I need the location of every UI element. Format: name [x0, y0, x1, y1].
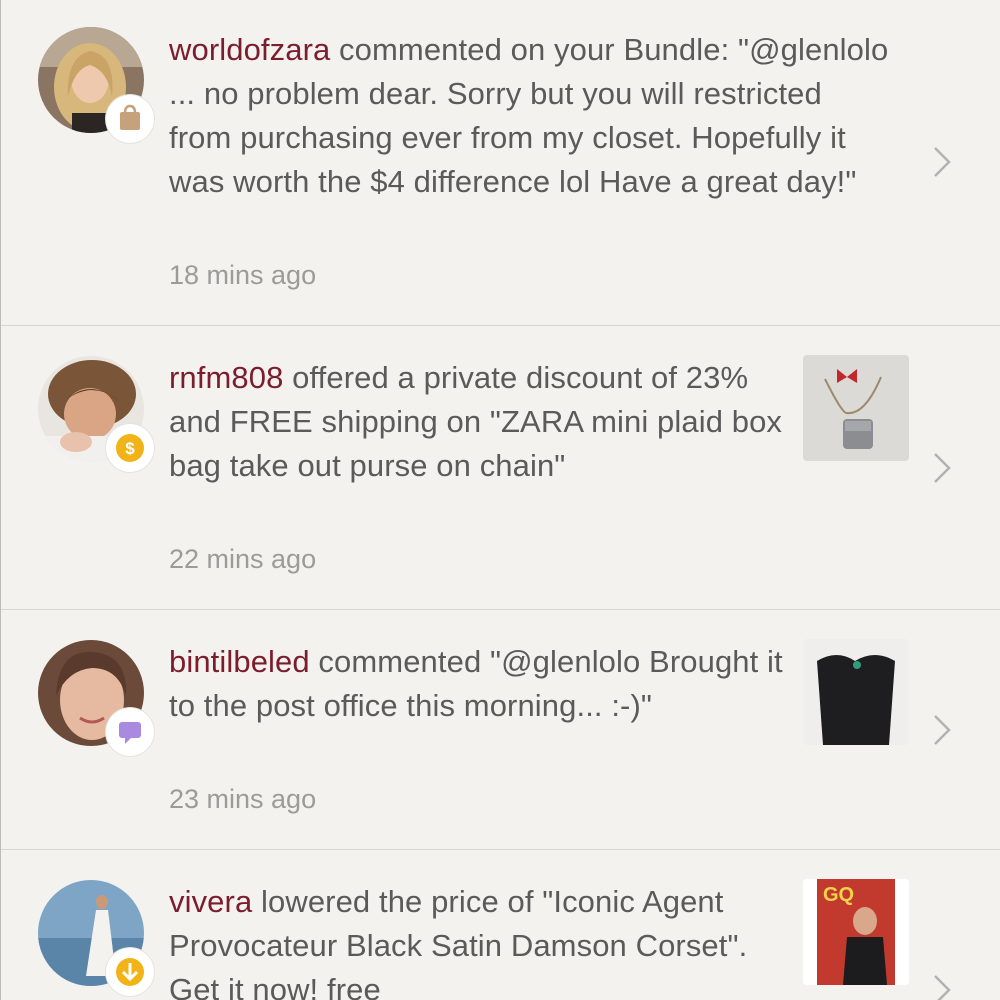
- down-arrow-icon: [116, 958, 144, 986]
- listing-thumbnail[interactable]: GQ: [803, 879, 909, 985]
- dollar-coin-icon: $: [116, 434, 144, 462]
- speech-bubble-icon: [119, 722, 141, 744]
- chevron-right-icon: [934, 147, 951, 177]
- notification-item[interactable]: bintilbeled commented "@glenlolo Brought…: [1, 610, 1000, 850]
- notifications-list: worldofzara commented on your Bundle: "@…: [0, 0, 1000, 1000]
- listing-thumbnail[interactable]: [803, 639, 909, 745]
- username-link[interactable]: worldofzara: [169, 32, 330, 67]
- username-link[interactable]: bintilbeled: [169, 644, 310, 679]
- username-link[interactable]: vivera: [169, 884, 252, 919]
- chevron-right-icon: [934, 975, 951, 1000]
- timestamp: 22 mins ago: [169, 544, 317, 574]
- notification-message: lowered the price of "Iconic Agent Provo…: [169, 884, 748, 1000]
- badge: [106, 95, 154, 143]
- notification-item[interactable]: $ rnfm808 offered a private discount of …: [1, 326, 1000, 610]
- notification-text: worldofzara commented on your Bundle: "@…: [169, 28, 889, 204]
- svg-text:GQ: GQ: [823, 884, 854, 906]
- avatar[interactable]: [38, 27, 154, 143]
- username-link[interactable]: rnfm808: [169, 360, 283, 395]
- chevron-right-icon: [934, 453, 951, 483]
- notification-text: rnfm808 offered a private discount of 23…: [169, 356, 789, 488]
- timestamp: 18 mins ago: [169, 260, 317, 290]
- avatar[interactable]: [38, 880, 154, 996]
- notification-text: bintilbeled commented "@glenlolo Brought…: [169, 640, 789, 728]
- shopping-bag-icon: [120, 104, 140, 130]
- listing-thumbnail[interactable]: [803, 355, 909, 461]
- notification-text: vivera lowered the price of "Iconic Agen…: [169, 880, 789, 1000]
- notification-item[interactable]: worldofzara commented on your Bundle: "@…: [1, 0, 1000, 326]
- notification-item[interactable]: vivera lowered the price of "Iconic Agen…: [1, 850, 1000, 1000]
- timestamp: 23 mins ago: [169, 784, 317, 814]
- svg-text:$: $: [125, 439, 135, 458]
- avatar[interactable]: [38, 640, 154, 756]
- badge: [106, 948, 154, 996]
- chevron-right-icon: [934, 715, 951, 745]
- avatar[interactable]: $: [38, 356, 154, 472]
- badge: [106, 708, 154, 756]
- badge: $: [106, 424, 154, 472]
